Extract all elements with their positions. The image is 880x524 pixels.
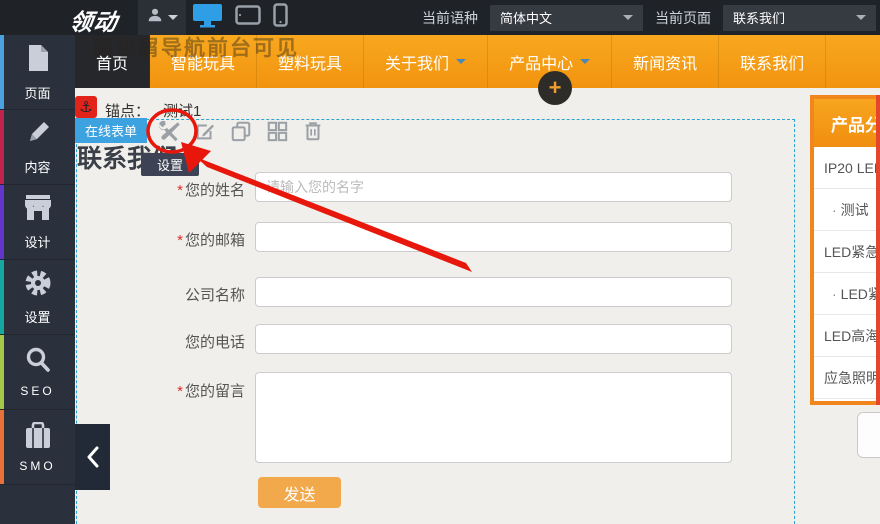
company-input[interactable] — [255, 277, 732, 307]
phone-icon[interactable] — [273, 3, 288, 32]
accent-bar — [0, 110, 4, 184]
module-toolbar — [156, 117, 326, 145]
trash-icon[interactable] — [300, 118, 326, 144]
nav-item-smart-toys[interactable]: 智能玩具 — [150, 35, 258, 88]
sidebar: 页面 内容 设计 设置 SEO SMO — [0, 35, 75, 524]
category-item[interactable]: 应急照明 — [814, 357, 880, 399]
name-input[interactable] — [255, 172, 732, 202]
user-menu[interactable] — [138, 0, 186, 35]
device-switcher — [192, 0, 288, 35]
sidebar-item-settings[interactable]: 设置 — [0, 260, 75, 335]
form-label-message: * 您的留言 — [177, 383, 245, 400]
clipped-widget — [857, 412, 880, 458]
topbar-right: 当前语种 简体中文 当前页面 联系我们 — [422, 0, 876, 35]
pencil-icon — [24, 119, 52, 152]
site-navbar: 面包屑导航前台可见 首页 智能玩具 塑料玩具 关于我们 产品中心 新闻资讯 联系… — [75, 35, 880, 88]
accent-bar — [0, 35, 4, 109]
panel-title: 产品分类 — [814, 99, 880, 147]
search-icon — [24, 346, 52, 379]
sidebar-item-pages[interactable]: 页面 — [0, 35, 75, 110]
form-label-name: * 您的姓名 — [177, 182, 245, 199]
gear-icon — [24, 269, 52, 302]
chevron-left-icon — [87, 446, 98, 468]
edit-icon[interactable] — [192, 118, 218, 144]
module-type-tag[interactable]: 在线表单 — [75, 118, 147, 143]
sidebar-item-content[interactable]: 内容 — [0, 110, 75, 185]
sidebar-item-design[interactable]: 设计 — [0, 185, 75, 260]
copy-icon[interactable] — [228, 118, 254, 144]
language-select[interactable]: 简体中文 — [490, 4, 643, 31]
accent-bar — [0, 185, 4, 259]
chevron-down-icon — [168, 15, 178, 20]
sidebar-item-smo[interactable]: SMO — [0, 410, 75, 485]
chevron-down-icon — [580, 59, 591, 64]
form-label-email: * 您的邮箱 — [177, 232, 245, 249]
accent-bar — [0, 410, 4, 484]
phone-input[interactable] — [255, 324, 732, 354]
chevron-down-icon — [856, 15, 866, 20]
chevron-down-icon — [456, 59, 467, 64]
nav-item-plastic-toys[interactable]: 塑料玩具 — [257, 35, 365, 88]
site-builder-app: 领动 当前语种 简体中文 当前页面 联系我们 页面 内容 设计 设置 SEO S… — [0, 0, 880, 524]
settings-tooltip: 设置 — [141, 147, 199, 176]
current-page-label: 当前页面 — [655, 9, 711, 26]
briefcase-icon — [23, 421, 53, 454]
sidebar-item-seo[interactable]: SEO — [0, 335, 75, 410]
category-item[interactable]: · LED紧 — [814, 273, 880, 315]
category-item[interactable]: IP20 LED — [814, 147, 880, 189]
desktop-icon[interactable] — [192, 2, 223, 34]
accent-bar — [0, 260, 4, 334]
storefront-icon — [23, 194, 53, 227]
category-item[interactable]: LED高海 — [814, 315, 880, 357]
app-logo: 领动 — [67, 9, 120, 35]
add-section-button[interactable]: + — [538, 71, 572, 105]
category-item[interactable]: · 测试 — [814, 189, 880, 231]
form-label-phone: 您的电话 — [184, 334, 245, 351]
user-icon — [146, 6, 164, 29]
tools-icon[interactable] — [156, 118, 182, 144]
current-page-select[interactable]: 联系我们 — [723, 4, 876, 31]
topbar: 领动 当前语种 简体中文 当前页面 联系我们 — [0, 0, 880, 35]
nav-item-about[interactable]: 关于我们 — [364, 35, 489, 88]
grid-icon[interactable] — [264, 118, 290, 144]
email-input[interactable] — [255, 222, 732, 252]
nav-item-home[interactable]: 首页 — [75, 35, 151, 88]
form-label-company: 公司名称 — [184, 287, 245, 304]
language-label: 当前语种 — [422, 9, 478, 26]
send-button[interactable]: 发送 — [258, 477, 341, 508]
anchor-icon[interactable]: ⚓ — [75, 96, 97, 118]
nav-item-news[interactable]: 新闻资讯 — [612, 35, 720, 88]
page-edge-strip — [876, 95, 880, 405]
product-category-panel: 产品分类 IP20 LED ·测试 LED紧急 ·LED紧 LED高海 应急照明 — [810, 95, 880, 405]
message-textarea[interactable] — [255, 372, 732, 463]
nav-item-contact[interactable]: 联系我们 — [719, 35, 827, 88]
tablet-icon[interactable] — [235, 5, 261, 30]
category-item[interactable]: LED紧急 — [814, 231, 880, 273]
chevron-down-icon — [623, 15, 633, 20]
sidebar-collapse-button[interactable] — [75, 424, 110, 490]
page-icon — [25, 43, 51, 78]
accent-bar — [0, 335, 4, 409]
